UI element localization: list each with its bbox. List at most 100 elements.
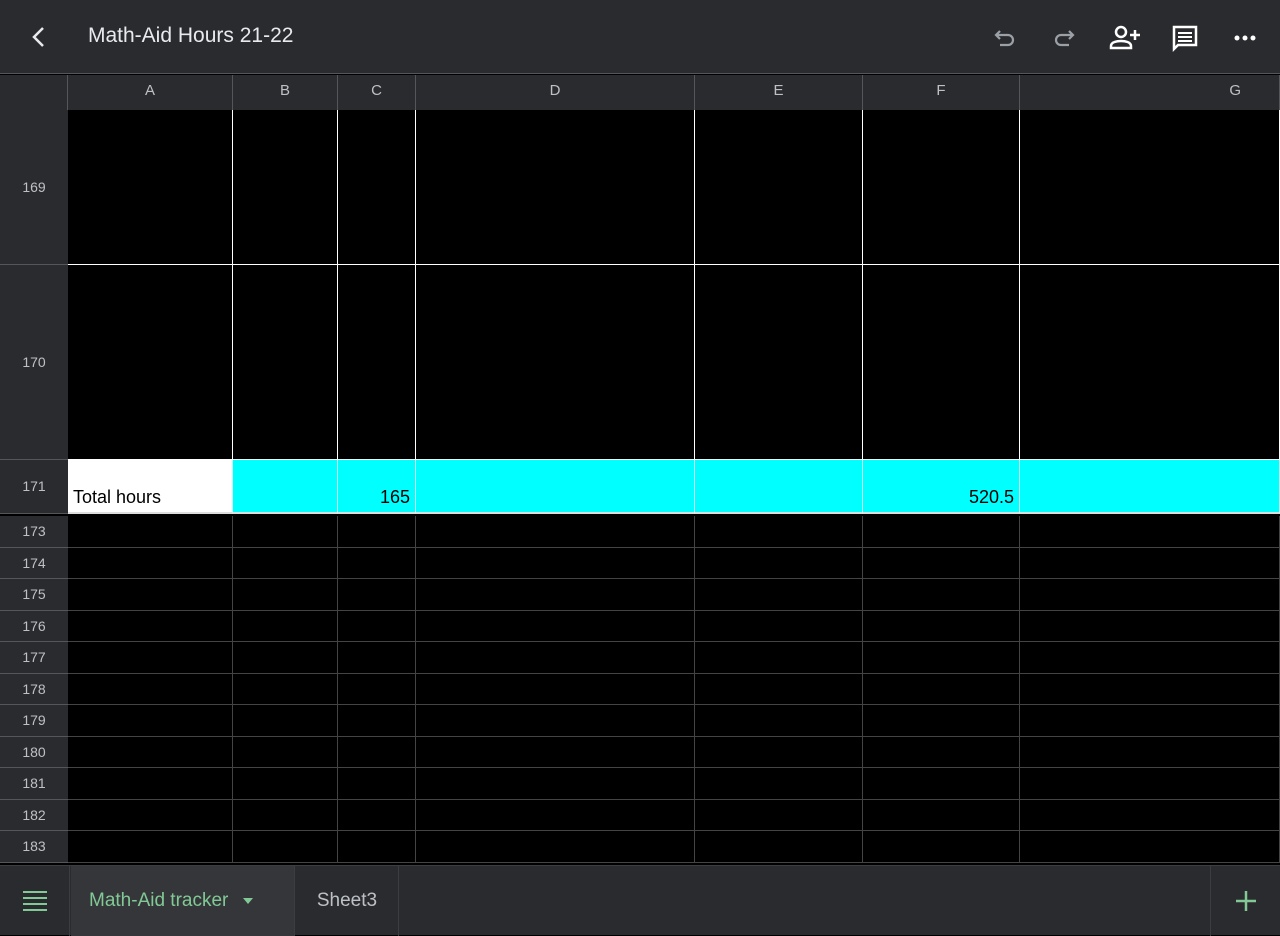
cell-b181[interactable] bbox=[233, 768, 338, 800]
cell-b174[interactable] bbox=[233, 547, 338, 579]
row-header-174[interactable]: 174 bbox=[0, 547, 68, 579]
cell-g180[interactable] bbox=[1020, 736, 1280, 768]
select-all-corner[interactable] bbox=[0, 75, 68, 110]
row-header-176[interactable]: 176 bbox=[0, 610, 68, 642]
row-header-181[interactable]: 181 bbox=[0, 768, 68, 800]
cell-d170[interactable] bbox=[416, 265, 695, 460]
column-header-b[interactable]: B bbox=[233, 75, 338, 110]
cell-g183[interactable] bbox=[1020, 831, 1280, 863]
cell-e180[interactable] bbox=[695, 736, 863, 768]
dropdown-arrow-icon[interactable] bbox=[242, 897, 254, 905]
row-header-173[interactable]: 173 bbox=[0, 516, 68, 548]
cell-a183[interactable] bbox=[68, 831, 233, 863]
cell-d178[interactable] bbox=[416, 673, 695, 705]
cell-c181[interactable] bbox=[338, 768, 416, 800]
cell-a171[interactable]: Total hours bbox=[68, 460, 233, 514]
cell-f181[interactable] bbox=[863, 768, 1020, 800]
cell-e173[interactable] bbox=[695, 516, 863, 548]
row-header-170[interactable]: 170 bbox=[0, 265, 68, 460]
cell-a174[interactable] bbox=[68, 547, 233, 579]
cell-g170[interactable] bbox=[1020, 265, 1280, 460]
cell-f180[interactable] bbox=[863, 736, 1020, 768]
cell-c173[interactable] bbox=[338, 516, 416, 548]
cell-a175[interactable] bbox=[68, 579, 233, 611]
add-sheet-button[interactable] bbox=[1210, 866, 1280, 936]
cell-e181[interactable] bbox=[695, 768, 863, 800]
column-header-g[interactable]: G bbox=[1020, 75, 1280, 110]
cell-f183[interactable] bbox=[863, 831, 1020, 863]
cell-d177[interactable] bbox=[416, 642, 695, 674]
cell-b175[interactable] bbox=[233, 579, 338, 611]
cell-e178[interactable] bbox=[695, 673, 863, 705]
cell-f169[interactable] bbox=[863, 110, 1020, 265]
cell-d179[interactable] bbox=[416, 705, 695, 737]
cell-b176[interactable] bbox=[233, 610, 338, 642]
cell-a178[interactable] bbox=[68, 673, 233, 705]
cell-a179[interactable] bbox=[68, 705, 233, 737]
cell-e179[interactable] bbox=[695, 705, 863, 737]
cell-e174[interactable] bbox=[695, 547, 863, 579]
cell-g181[interactable] bbox=[1020, 768, 1280, 800]
cell-e170[interactable] bbox=[695, 265, 863, 460]
row-header-183[interactable]: 183 bbox=[0, 831, 68, 863]
cell-d171[interactable] bbox=[416, 460, 695, 514]
cell-d183[interactable] bbox=[416, 831, 695, 863]
cell-f173[interactable] bbox=[863, 516, 1020, 548]
cell-a182[interactable] bbox=[68, 799, 233, 831]
cell-d174[interactable] bbox=[416, 547, 695, 579]
cell-c171[interactable]: 165 bbox=[338, 460, 416, 514]
cell-d176[interactable] bbox=[416, 610, 695, 642]
share-button[interactable] bbox=[1107, 20, 1143, 56]
row-header-169[interactable]: 169 bbox=[0, 110, 68, 265]
cell-b178[interactable] bbox=[233, 673, 338, 705]
cell-g171[interactable] bbox=[1020, 460, 1280, 514]
column-header-c[interactable]: C bbox=[338, 75, 416, 110]
cell-a181[interactable] bbox=[68, 768, 233, 800]
cell-c178[interactable] bbox=[338, 673, 416, 705]
cell-g173[interactable] bbox=[1020, 516, 1280, 548]
row-header-171[interactable]: 171 bbox=[0, 460, 68, 514]
back-button[interactable] bbox=[24, 22, 54, 52]
row-header-175[interactable]: 175 bbox=[0, 579, 68, 611]
more-options-button[interactable] bbox=[1227, 20, 1263, 56]
cell-f170[interactable] bbox=[863, 265, 1020, 460]
cell-b183[interactable] bbox=[233, 831, 338, 863]
cell-d173[interactable] bbox=[416, 516, 695, 548]
cell-a180[interactable] bbox=[68, 736, 233, 768]
cell-g176[interactable] bbox=[1020, 610, 1280, 642]
cell-b179[interactable] bbox=[233, 705, 338, 737]
cell-f178[interactable] bbox=[863, 673, 1020, 705]
cell-f174[interactable] bbox=[863, 547, 1020, 579]
cell-b171[interactable] bbox=[233, 460, 338, 514]
cell-g179[interactable] bbox=[1020, 705, 1280, 737]
cell-b180[interactable] bbox=[233, 736, 338, 768]
cell-e176[interactable] bbox=[695, 610, 863, 642]
cell-d182[interactable] bbox=[416, 799, 695, 831]
row-header-180[interactable]: 180 bbox=[0, 736, 68, 768]
cell-c169[interactable] bbox=[338, 110, 416, 265]
cell-c176[interactable] bbox=[338, 610, 416, 642]
column-header-f[interactable]: F bbox=[863, 75, 1020, 110]
cell-a170[interactable] bbox=[68, 265, 233, 460]
cell-f176[interactable] bbox=[863, 610, 1020, 642]
cell-e169[interactable] bbox=[695, 110, 863, 265]
cell-a177[interactable] bbox=[68, 642, 233, 674]
cell-g169[interactable] bbox=[1020, 110, 1280, 265]
undo-button[interactable] bbox=[987, 20, 1023, 56]
row-header-179[interactable]: 179 bbox=[0, 705, 68, 737]
cell-c183[interactable] bbox=[338, 831, 416, 863]
cell-c170[interactable] bbox=[338, 265, 416, 460]
cell-d181[interactable] bbox=[416, 768, 695, 800]
sheet-tab-math-aid-tracker[interactable]: Math-Aid tracker bbox=[71, 866, 295, 936]
cell-e177[interactable] bbox=[695, 642, 863, 674]
cell-e171[interactable] bbox=[695, 460, 863, 514]
cell-c180[interactable] bbox=[338, 736, 416, 768]
cell-b177[interactable] bbox=[233, 642, 338, 674]
cell-g182[interactable] bbox=[1020, 799, 1280, 831]
cell-f171[interactable]: 520.5 bbox=[863, 460, 1020, 514]
cell-a176[interactable] bbox=[68, 610, 233, 642]
cell-c182[interactable] bbox=[338, 799, 416, 831]
cell-g174[interactable] bbox=[1020, 547, 1280, 579]
cell-d169[interactable] bbox=[416, 110, 695, 265]
all-sheets-button[interactable] bbox=[0, 866, 70, 936]
